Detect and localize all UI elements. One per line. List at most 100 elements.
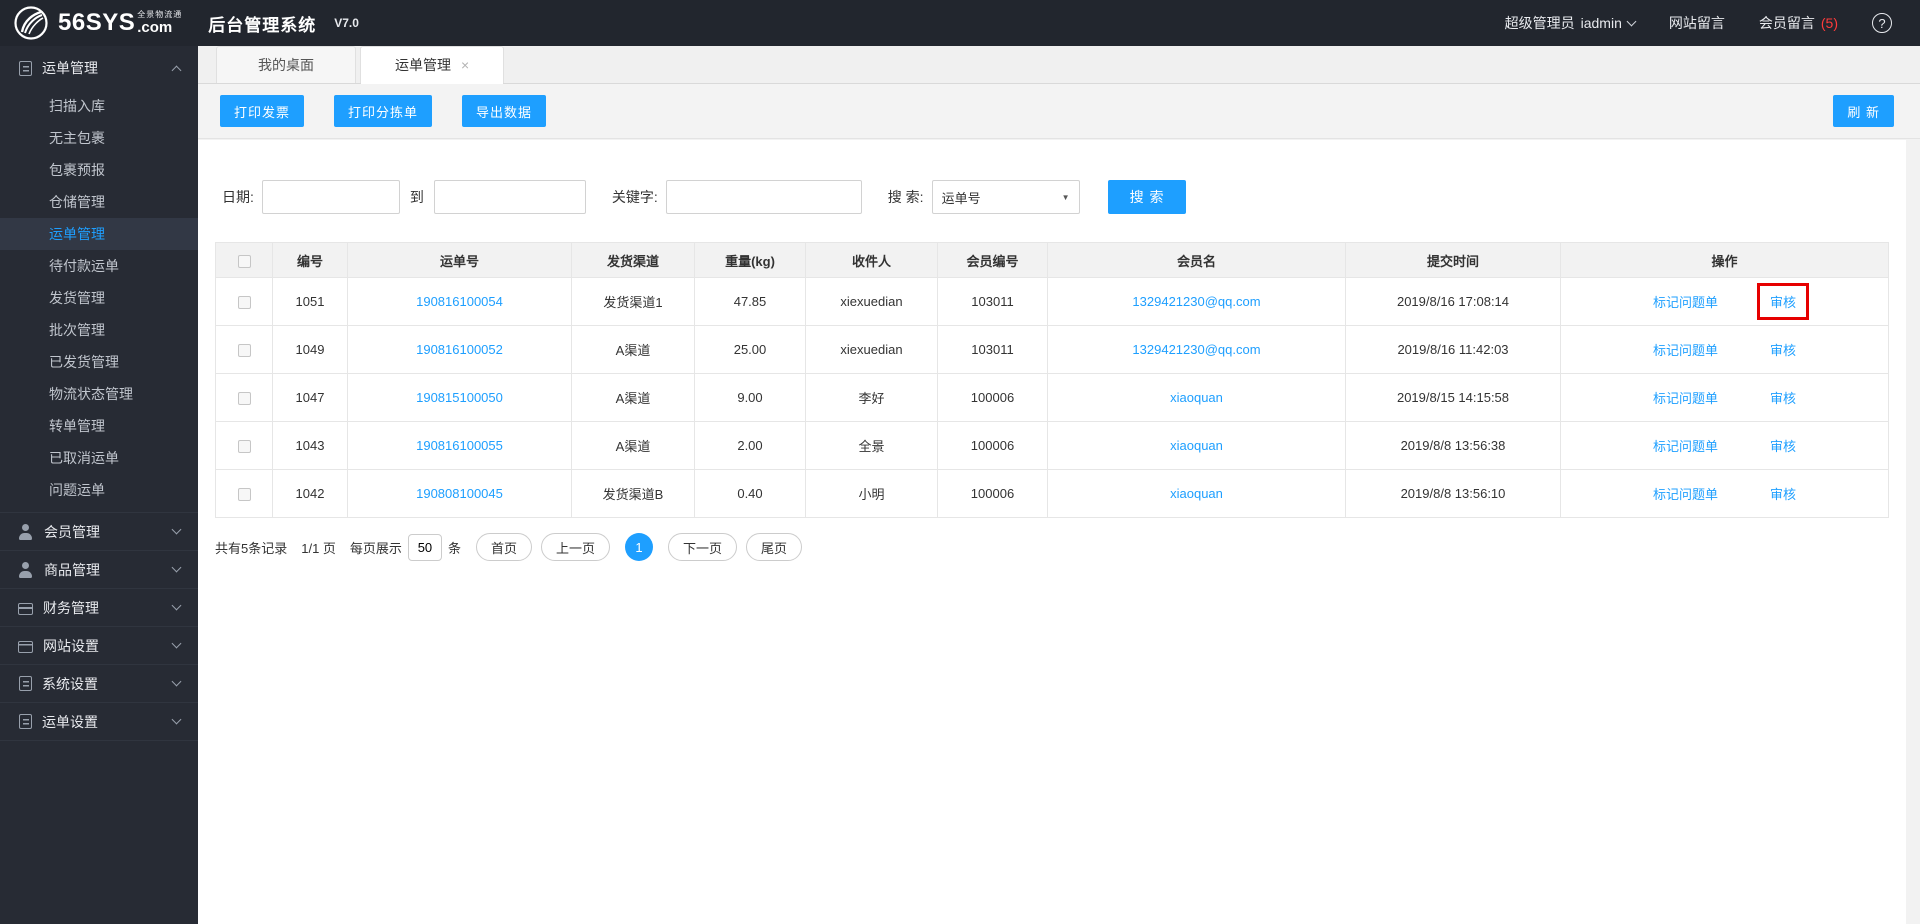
cell-id: 1042 — [272, 469, 348, 518]
sidebar-item[interactable]: 包裹预报 — [0, 154, 198, 186]
toolbar-button[interactable]: 导出数据 — [462, 95, 547, 127]
chevron-icon — [171, 638, 182, 649]
toolbar-button[interactable]: 打印分拣单 — [334, 95, 433, 127]
member-name-link[interactable]: 1329421230@qq.com — [1132, 342, 1260, 357]
audit-link[interactable]: 审核 — [1770, 343, 1796, 358]
per-page-input[interactable] — [407, 533, 442, 561]
cell-id: 1047 — [272, 373, 348, 422]
sidebar-item[interactable]: 已取消运单 — [0, 442, 198, 474]
member-messages-link[interactable]: 会员留言 (5) — [1759, 13, 1838, 33]
sidebar-item[interactable]: 仓储管理 — [0, 186, 198, 218]
audit-link[interactable]: 审核 — [1770, 391, 1796, 406]
sidebar-item[interactable]: 转单管理 — [0, 410, 198, 442]
sidebar-item[interactable]: 发货管理 — [0, 282, 198, 314]
waybill-table: 编号 运单号 发货渠道 重量(kg) 收件人 会员编号 会员名 提交时间 操作 1051 190… — [215, 242, 1889, 518]
cell-weight: 25.00 — [694, 325, 806, 374]
waybill-link[interactable]: 190816100055 — [416, 438, 503, 453]
cell-submitted: 2019/8/8 13:56:10 — [1345, 469, 1561, 518]
table-header-row: 编号 运单号 发货渠道 重量(kg) 收件人 会员编号 会员名 提交时间 操作 — [215, 242, 1889, 278]
audit-link[interactable]: 审核 — [1770, 439, 1796, 454]
chevron-down-icon — [1626, 16, 1637, 27]
table-row: 1043 190816100055 A渠道 2.00 全景 100006 xia… — [215, 421, 1889, 470]
current-page-button[interactable]: 1 — [624, 533, 653, 561]
chevron-icon — [171, 714, 182, 725]
row-checkbox[interactable] — [237, 392, 251, 406]
user-menu[interactable]: 超级管理员 iadmin — [1505, 13, 1637, 33]
mark-problem-link[interactable]: 标记问题单 — [1653, 484, 1718, 503]
toolbar-button[interactable]: 打印发票 — [220, 95, 305, 127]
column-header: 编号 — [272, 242, 348, 278]
waybill-link[interactable]: 190815100050 — [416, 390, 503, 405]
page-button[interactable]: 首页 — [475, 533, 532, 561]
toolbar: 打印发票 打印分拣单 导出数据 刷 新 — [198, 84, 1920, 139]
member-name-link[interactable]: 1329421230@qq.com — [1132, 294, 1260, 309]
waybill-link[interactable]: 190808100045 — [416, 486, 503, 501]
chevron-icon — [171, 65, 182, 75]
site-messages-link[interactable]: 网站留言 — [1669, 13, 1725, 33]
waybill-link[interactable]: 190816100052 — [416, 342, 503, 357]
member-name-link[interactable]: xiaoquan — [1170, 390, 1223, 405]
cell-submitted: 2019/8/16 17:08:14 — [1345, 277, 1561, 326]
sidebar-item[interactable]: 物流状态管理 — [0, 378, 198, 410]
mark-problem-link[interactable]: 标记问题单 — [1653, 436, 1718, 455]
column-header: 重量(kg) — [694, 242, 806, 278]
mark-problem-link[interactable]: 标记问题单 — [1653, 292, 1718, 311]
keyword-input[interactable] — [665, 180, 862, 214]
tab[interactable]: 我的桌面 — [216, 46, 356, 83]
mark-problem-link[interactable]: 标记问题单 — [1653, 388, 1718, 407]
row-checkbox[interactable] — [237, 440, 251, 454]
sidebar-item[interactable]: 问题运单 — [0, 474, 198, 506]
app-title: 后台管理系统 — [208, 15, 317, 35]
page-button[interactable]: 上一页 — [540, 533, 610, 561]
cell-member-id: 100006 — [937, 373, 1048, 422]
doc-icon — [19, 714, 32, 729]
sidebar: 运单管理 扫描入库 无主包裹 包裹预报 仓储管理 运单管理 待付款运单 发货管理… — [0, 46, 198, 924]
cell-member-id: 100006 — [937, 421, 1048, 470]
audit-link[interactable]: 审核 — [1770, 295, 1796, 310]
sidebar-item[interactable]: 批次管理 — [0, 314, 198, 346]
date-to-input[interactable] — [433, 180, 586, 214]
per-page-suffix: 条 — [447, 540, 461, 556]
sidebar-group[interactable]: 运单管理 — [0, 46, 198, 90]
sidebar-group[interactable]: 会员管理 — [0, 513, 198, 550]
row-checkbox[interactable] — [237, 344, 251, 358]
tab[interactable]: 运单管理 × — [360, 46, 505, 84]
search-type-select[interactable]: 运单号 ▼ — [931, 180, 1080, 214]
refresh-button[interactable]: 刷 新 — [1833, 95, 1894, 127]
brand-com: .com — [137, 19, 173, 36]
sidebar-item[interactable]: 无主包裹 — [0, 122, 198, 154]
tab-close-icon[interactable]: × — [461, 57, 469, 73]
sidebar-group[interactable]: 网站设置 — [0, 627, 198, 664]
audit-link[interactable]: 审核 — [1770, 487, 1796, 502]
waybill-link[interactable]: 190816100054 — [416, 294, 503, 309]
sidebar-item[interactable]: 扫描入库 — [0, 90, 198, 122]
page-button[interactable]: 尾页 — [746, 533, 803, 561]
page-button[interactable]: 下一页 — [667, 533, 737, 561]
row-checkbox[interactable] — [237, 488, 251, 502]
mark-problem-link[interactable]: 标记问题单 — [1653, 340, 1718, 359]
help-icon[interactable]: ? — [1872, 13, 1892, 33]
sidebar-group[interactable]: 财务管理 — [0, 589, 198, 626]
cell-channel: A渠道 — [571, 373, 695, 422]
table-row: 1042 190808100045 发货渠道B 0.40 小明 100006 x… — [215, 469, 1889, 518]
row-checkbox[interactable] — [237, 296, 251, 310]
search-button[interactable]: 搜 索 — [1107, 180, 1187, 214]
column-header: 会员编号 — [937, 242, 1048, 278]
sidebar-item[interactable]: 待付款运单 — [0, 250, 198, 282]
app-version: V7.0 — [334, 16, 359, 30]
sidebar-item[interactable]: 运单管理 — [0, 218, 198, 250]
sidebar-group[interactable]: 运单设置 — [0, 703, 198, 740]
select-all-checkbox[interactable] — [237, 254, 251, 268]
user-name: iadmin — [1580, 15, 1622, 31]
sidebar-group[interactable]: 系统设置 — [0, 665, 198, 702]
sidebar-group[interactable]: 商品管理 — [0, 551, 198, 588]
logo-icon — [14, 6, 48, 40]
member-name-link[interactable]: xiaoquan — [1170, 438, 1223, 453]
cell-weight: 2.00 — [694, 421, 806, 470]
annotation-highlight: 审核 — [1770, 388, 1796, 407]
cell-recipient: 全景 — [805, 421, 938, 470]
sidebar-item[interactable]: 已发货管理 — [0, 346, 198, 378]
member-name-link[interactable]: xiaoquan — [1170, 486, 1223, 501]
pagination: 共有5条记录 1/1 页 每页展示 条 首页 上一页 1 下一页 尾页 — [215, 533, 1889, 561]
date-from-input[interactable] — [261, 180, 400, 214]
